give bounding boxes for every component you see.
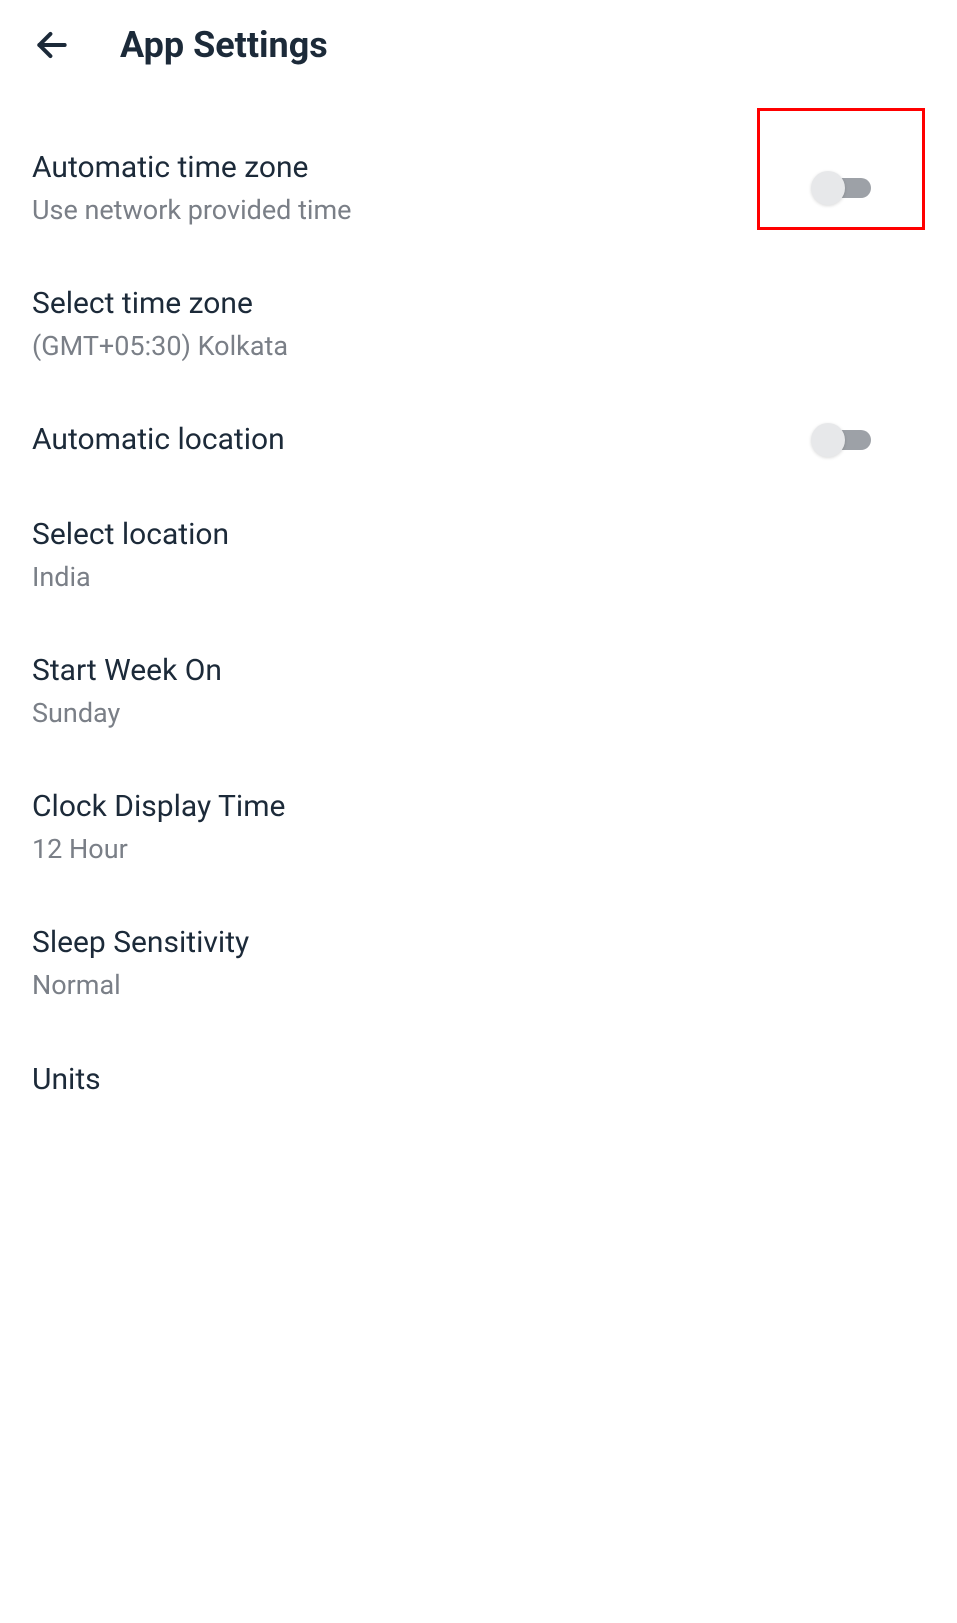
toggle-thumb [811,423,845,457]
setting-subtitle: Use network provided time [32,193,811,228]
arrow-left-icon [33,26,71,64]
setting-auto-location[interactable]: Automatic location [32,392,925,487]
setting-subtitle: 12 Hour [32,832,925,867]
page-title: App Settings [120,24,328,66]
setting-start-week[interactable]: Start Week On Sunday [32,623,925,759]
setting-text: Units [32,1060,925,1099]
setting-subtitle: India [32,560,925,595]
setting-select-timezone[interactable]: Select time zone (GMT+05:30) Kolkata [32,256,925,392]
setting-title: Units [32,1060,925,1099]
setting-clock-display[interactable]: Clock Display Time 12 Hour [32,759,925,895]
setting-subtitle: Normal [32,968,925,1003]
setting-title: Select location [32,515,925,554]
auto-location-toggle[interactable] [811,423,877,457]
header: App Settings [0,0,957,90]
setting-text: Automatic location [32,420,811,459]
setting-title: Clock Display Time [32,787,925,826]
setting-sleep-sensitivity[interactable]: Sleep Sensitivity Normal [32,895,925,1031]
setting-title: Select time zone [32,284,925,323]
setting-text: Select location India [32,515,925,595]
setting-auto-timezone[interactable]: Automatic time zone Use network provided… [32,120,925,256]
setting-subtitle: (GMT+05:30) Kolkata [32,329,925,364]
setting-title: Sleep Sensitivity [32,923,925,962]
setting-subtitle: Sunday [32,696,925,731]
setting-title: Start Week On [32,651,925,690]
setting-text: Automatic time zone Use network provided… [32,148,811,228]
setting-text: Start Week On Sunday [32,651,925,731]
auto-timezone-toggle[interactable] [811,171,877,205]
setting-select-location[interactable]: Select location India [32,487,925,623]
setting-text: Clock Display Time 12 Hour [32,787,925,867]
toggle-thumb [811,171,845,205]
setting-text: Sleep Sensitivity Normal [32,923,925,1003]
setting-title: Automatic location [32,420,811,459]
settings-list: Automatic time zone Use network provided… [0,90,957,1157]
setting-units[interactable]: Units [32,1032,925,1127]
setting-text: Select time zone (GMT+05:30) Kolkata [32,284,925,364]
back-button[interactable] [32,25,72,65]
setting-title: Automatic time zone [32,148,811,187]
